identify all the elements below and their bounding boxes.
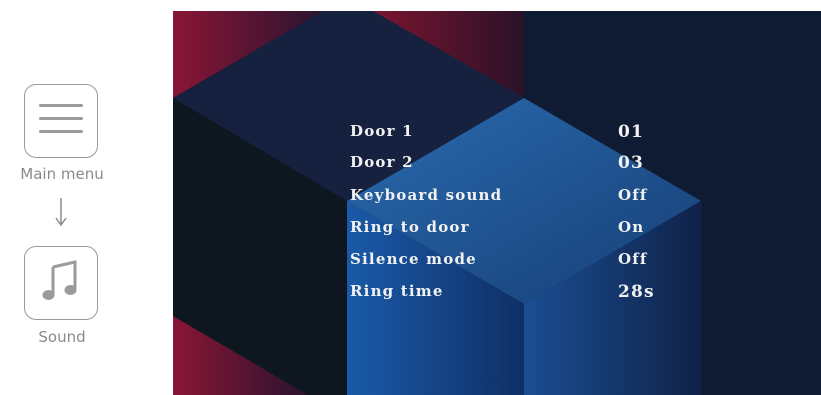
setting-row-door-1[interactable]: Door 1 01 (350, 122, 690, 148)
hamburger-menu-icon (36, 99, 86, 143)
setting-value: 03 (618, 153, 645, 173)
setting-row-silence-mode[interactable]: Silence mode Off (350, 250, 690, 276)
device-screen: Door 1 01 Door 2 03 Keyboard sound Off R… (173, 11, 821, 395)
setting-label: Door 2 (350, 153, 414, 171)
music-note-icon (40, 259, 82, 307)
setting-label: Ring time (350, 282, 444, 300)
setting-row-keyboard-sound[interactable]: Keyboard sound Off (350, 186, 690, 212)
setting-label: Door 1 (350, 122, 414, 140)
setting-value: 28s (618, 282, 655, 302)
setting-label: Silence mode (350, 250, 477, 268)
sound-tile[interactable] (24, 246, 98, 320)
sound-settings-menu: Door 1 01 Door 2 03 Keyboard sound Off R… (173, 11, 821, 395)
setting-label: Keyboard sound (350, 186, 503, 204)
setting-value: On (618, 218, 645, 236)
setting-row-ring-to-door[interactable]: Ring to door On (350, 218, 690, 244)
setting-row-door-2[interactable]: Door 2 03 (350, 153, 690, 179)
setting-label: Ring to door (350, 218, 470, 236)
setting-value: Off (618, 250, 648, 268)
main-menu-tile[interactable] (24, 84, 98, 158)
setting-value: 01 (618, 122, 645, 142)
sound-label: Sound (38, 328, 86, 346)
setting-row-ring-time[interactable]: Ring time 28s (350, 282, 690, 308)
main-menu-label: Main menu (20, 165, 104, 183)
arrow-down-icon (54, 198, 68, 232)
setting-value: Off (618, 186, 648, 204)
